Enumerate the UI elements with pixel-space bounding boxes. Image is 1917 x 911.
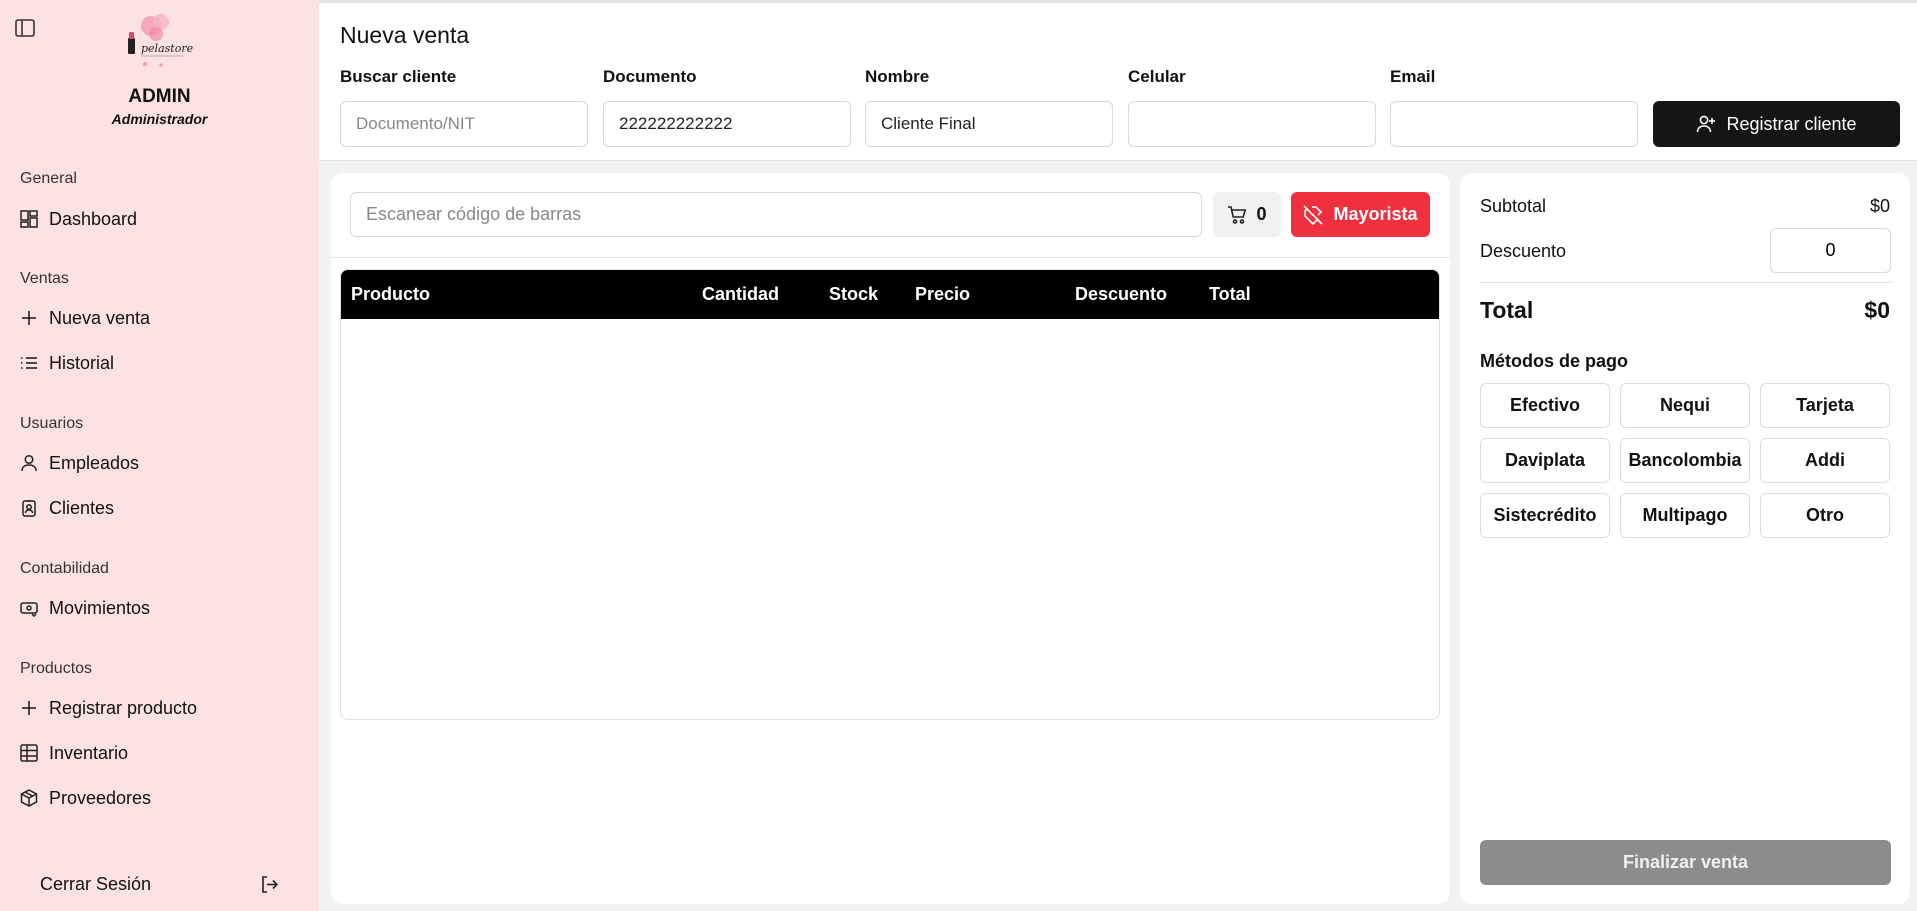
sidebar-item-proveedores[interactable]: Proveedores [20,784,151,812]
documento-input[interactable] [603,101,851,147]
register-client-label: Registrar cliente [1726,113,1857,134]
sidebar-item-inventario[interactable]: Inventario [20,739,128,767]
sidebar-item-empleados[interactable]: Empleados [20,449,139,477]
subtotal-label: Subtotal [1480,196,1547,216]
nombre-input[interactable] [865,101,1113,147]
finish-sale-button[interactable]: Finalizar venta [1480,840,1891,885]
email-label: Email [1390,67,1436,86]
sidebar-item-clientes[interactable]: Clientes [20,494,114,522]
buscar-cliente-input[interactable] [340,101,588,147]
payment-addi-button[interactable]: Addi [1760,438,1890,483]
table-header: Producto Cantidad Stock Precio Descuento… [341,270,1439,319]
payment-methods-title: Métodos de pago [1480,351,1628,371]
col-stock: Stock [829,284,879,304]
buscar-cliente-label: Buscar cliente [340,67,457,86]
payment-nequi-button[interactable]: Nequi [1620,383,1750,428]
col-descuento: Descuento [1075,284,1168,304]
logout-button[interactable]: Cerrar Sesión [40,874,151,895]
user-icon [21,454,37,472]
sidebar-item-label: Movimientos [49,597,151,618]
divider [1480,282,1891,283]
col-precio: Precio [915,284,971,304]
logo: pelastore [128,14,194,67]
user-role: Administrador [111,111,208,127]
section-ventas: Ventas [20,270,69,287]
sidebar-item-label: Historial [49,352,115,373]
cart-count: 0 [1256,204,1267,224]
sidebar-item-label: Nueva venta [49,307,151,328]
col-cantidad: Cantidad [702,284,780,304]
logo-text: pelastore [141,42,194,55]
payment-multipago-button[interactable]: Multipago [1620,493,1750,538]
products-table: Producto Cantidad Stock Precio Descuento… [340,269,1440,720]
payment-efectivo-button[interactable]: Efectivo [1480,383,1610,428]
nombre-label: Nombre [865,67,930,86]
package-icon [20,789,38,807]
col-producto: Producto [351,284,430,304]
sidebar-item-movimientos[interactable]: Movimientos [20,594,150,622]
sidebar-item-historial[interactable]: Historial [20,349,114,377]
plus-icon [22,311,36,325]
sidebar-item-label: Inventario [49,742,129,763]
cart-icon [1228,205,1247,224]
payment-tarjeta-button[interactable]: Tarjeta [1760,383,1890,428]
logout-icon[interactable] [260,875,279,894]
sidebar-item-label: Proveedores [49,787,152,808]
user-name: ADMIN [128,86,191,107]
total-label: Total [1480,297,1534,323]
mayorista-label: Mayorista [1333,204,1418,224]
sidebar-toggle-icon[interactable] [15,19,35,37]
section-usuarios: Usuarios [20,415,84,432]
money-transfer-icon [20,602,38,617]
sidebar-item-label: Empleados [49,452,140,473]
col-total: Total [1209,284,1251,304]
register-client-button[interactable]: Registrar cliente [1653,101,1900,147]
barcode-input[interactable] [350,192,1202,237]
divider [331,257,1450,258]
sidebar-item-dashboard[interactable]: Dashboard [20,205,137,233]
sidebar-item-label: Dashboard [49,208,138,229]
sidebar-item-nueva-venta[interactable]: Nueva venta [20,304,150,332]
section-contabilidad: Contabilidad [20,560,109,577]
mayorista-button[interactable]: Mayorista [1291,192,1430,237]
payment-sistecredito-button[interactable]: Sistecrédito [1480,493,1610,538]
user-plus-icon [1697,115,1716,133]
dashboard-icon [20,210,38,228]
descuento-input[interactable] [1770,228,1891,273]
sidebar-item-label: Clientes [49,497,115,518]
table-icon [20,744,38,762]
section-productos: Productos [20,660,93,677]
cart-button[interactable]: 0 [1213,192,1281,237]
list-icon [21,357,37,369]
sidebar-item-label: Registrar producto [49,697,198,718]
celular-input[interactable] [1128,101,1376,147]
sidebar-item-registrar-producto[interactable]: Registrar producto [20,694,197,722]
page-title: Nueva venta [340,22,470,48]
section-general: General [20,170,77,187]
payment-otro-button[interactable]: Otro [1760,493,1890,538]
celular-label: Celular [1128,67,1186,86]
email-input[interactable] [1390,101,1638,147]
sidebar: pelastore ADMIN Administrador General Da… [0,0,319,911]
payment-bancolombia-button[interactable]: Bancolombia [1620,438,1750,483]
plus-icon [22,701,36,715]
tag-off-icon [1303,204,1324,225]
id-badge-icon [22,500,36,517]
payment-daviplata-button[interactable]: Daviplata [1480,438,1610,483]
subtotal-value: $0 [1869,196,1890,216]
total-value: $0 [1864,297,1890,323]
descuento-label: Descuento [1480,241,1567,261]
documento-label: Documento [603,67,697,86]
